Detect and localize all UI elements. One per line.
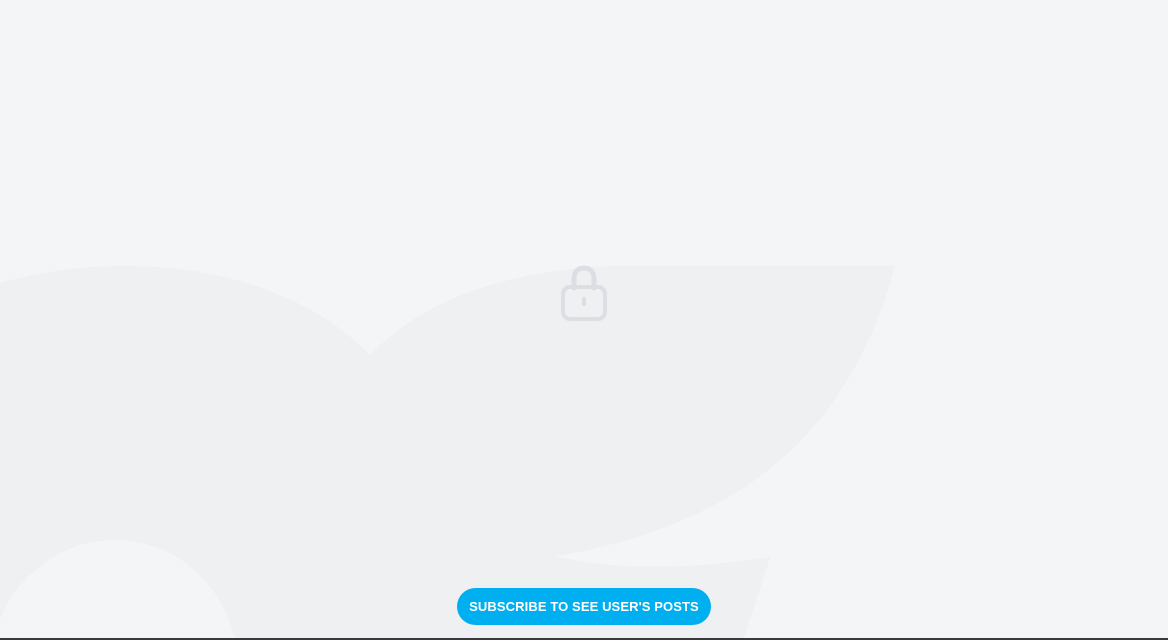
- locked-posts-panel: SUBSCRIBE TO SEE USER'S POSTS: [0, 0, 1168, 640]
- subscribe-button[interactable]: SUBSCRIBE TO SEE USER'S POSTS: [457, 588, 711, 625]
- lock-icon: [561, 265, 607, 321]
- watermark-leaf-shape: [245, 266, 895, 638]
